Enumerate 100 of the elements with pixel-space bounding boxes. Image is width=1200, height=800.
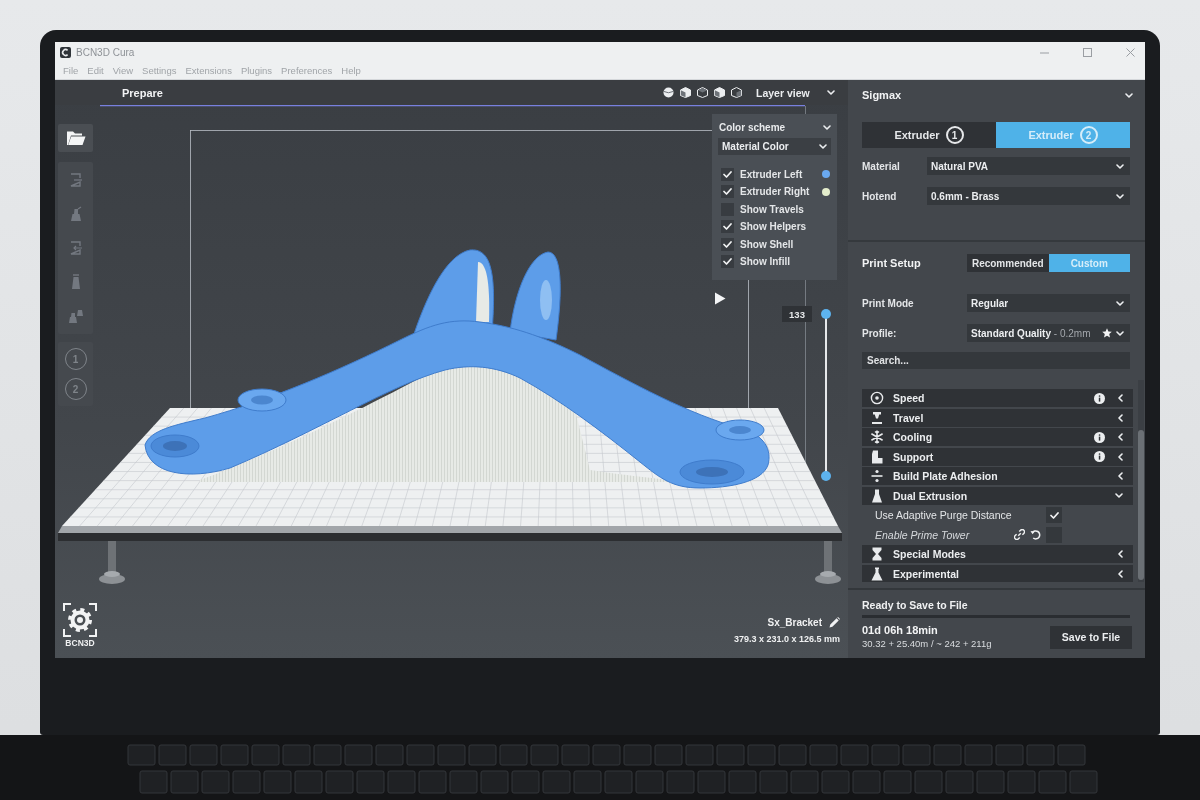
step-icon (870, 449, 884, 464)
chevron-down-icon (827, 90, 835, 95)
extruder-number: 1 (945, 126, 964, 144)
printer-dropdown[interactable]: Sigmax (862, 80, 1138, 110)
search-field[interactable]: Search... (862, 352, 1130, 369)
chevron-down-icon (1116, 193, 1124, 199)
chevron-left-icon (1118, 452, 1123, 461)
slider-handle[interactable] (821, 309, 831, 319)
bottle-icon (870, 488, 884, 503)
setting-category[interactable]: Cooling (862, 428, 1133, 446)
chevron-down-icon (1116, 330, 1124, 336)
slider-track[interactable] (820, 309, 832, 481)
mode-tab[interactable]: Recommended (967, 254, 1049, 272)
stage-tab[interactable]: Prepare (122, 86, 163, 99)
play-icon[interactable] (714, 292, 726, 305)
view-mode-dropdown[interactable]: Layer view (752, 82, 840, 103)
material-usage: 30.32 + 25.40m / ~ 242 + 211g (862, 637, 992, 650)
checkmark-icon (1049, 511, 1059, 519)
color-scheme-dropdown[interactable]: Material Color (718, 138, 831, 155)
sphere-icon[interactable] (663, 87, 674, 98)
leveling-screw (815, 541, 841, 584)
field-label: Material (862, 160, 901, 172)
dropdown-field[interactable]: 0.6mm - Brass (927, 187, 1130, 205)
cube-icon[interactable] (680, 87, 691, 98)
checkbox[interactable] (721, 185, 734, 199)
print-time: 01d 06h 18min (862, 624, 939, 637)
checkbox-label: Show Travels (740, 203, 805, 215)
info-icon[interactable] (1094, 451, 1105, 462)
setting-category[interactable]: Special Modes (862, 545, 1133, 563)
chevron-left-icon (1118, 472, 1123, 480)
checkmark-icon (723, 188, 732, 196)
chevron-left-icon (1118, 569, 1123, 578)
leveling-screw (99, 541, 125, 584)
checkbox-label: Show Helpers (740, 221, 808, 233)
cube-icon[interactable] (714, 87, 725, 98)
checkbox-label: Show Shell (740, 238, 795, 250)
hourglass-icon (870, 547, 884, 561)
setting-category[interactable]: Travel (862, 408, 1133, 427)
reset-icon[interactable] (1030, 529, 1041, 540)
dial-icon (870, 391, 884, 405)
towers-icon (67, 308, 84, 324)
checkbox[interactable] (721, 167, 734, 181)
checkbox-label: Extruder Right (740, 186, 811, 198)
logo-text: BCN3D (65, 638, 95, 648)
section-title: Print Setup (862, 257, 921, 269)
scrollbar[interactable] (1138, 380, 1144, 582)
checkbox[interactable] (721, 237, 734, 251)
link-icon[interactable] (1014, 529, 1025, 540)
pencil-icon[interactable] (829, 617, 840, 628)
flask-icon (870, 566, 884, 581)
chevron-down-icon[interactable] (823, 124, 831, 130)
field-label: Print Mode (862, 297, 915, 309)
cube-icon[interactable] (731, 87, 742, 98)
chevron-down-icon (1116, 163, 1124, 169)
object-dimensions: 379.3 x 231.0 x 126.5 mm (733, 634, 840, 644)
checkbox[interactable] (721, 255, 734, 269)
panel-title: Color scheme (719, 121, 786, 133)
chevron-down-icon (819, 144, 827, 149)
checkbox-label: Show Infill (740, 256, 791, 268)
folder-icon (65, 130, 86, 146)
setting-label: Use Adaptive Purge Distance (875, 509, 1012, 521)
save-button[interactable]: Save to File (1050, 625, 1132, 649)
setting-label: Enable Prime Tower (875, 528, 970, 541)
extruder-number: 2 (1079, 126, 1098, 144)
window-title: BCN3D Cura (76, 46, 135, 58)
setting-category[interactable]: Support (862, 447, 1133, 466)
setting-category[interactable]: Experimental (862, 564, 1133, 582)
chevron-down-icon (1116, 300, 1124, 306)
setting-category[interactable]: Dual Extrusion (862, 486, 1133, 505)
chevron-down-icon (1115, 493, 1123, 498)
chevron-left-icon (1118, 433, 1123, 441)
chevron-down-icon (1125, 92, 1133, 98)
chevron-left-icon (1118, 413, 1123, 422)
open-file-button[interactable] (58, 124, 93, 152)
info-icon[interactable] (1094, 431, 1105, 443)
job-status: Ready to Save to File (862, 599, 969, 612)
chevron-left-icon (1118, 550, 1123, 558)
checkmark-icon (723, 258, 732, 266)
checkbox[interactable] (721, 220, 734, 234)
checkbox-label: Extruder Left (740, 168, 804, 180)
dropdown-field[interactable]: Natural PVA (927, 157, 1130, 175)
cube-icon[interactable] (697, 87, 708, 98)
divide-icon (870, 469, 884, 483)
dropdown-field[interactable]: Regular (967, 294, 1130, 312)
slider-handle[interactable] (821, 471, 831, 481)
layer-field[interactable]: 133 (782, 306, 812, 322)
app-icon (60, 46, 71, 58)
snowflake-icon (870, 430, 884, 444)
dropdown-field[interactable]: Standard Quality - 0.2mm (967, 324, 1130, 342)
extruder-tab[interactable]: Extruder 1 (862, 122, 996, 148)
checkmark-icon (723, 170, 732, 178)
nozzle-icon (870, 410, 884, 425)
star-icon[interactable] (1102, 328, 1112, 338)
setting-category[interactable]: Build Plate Adhesion (862, 467, 1133, 485)
gear-logo-icon (63, 603, 97, 637)
setting-category[interactable]: Speed (862, 389, 1133, 407)
checkbox[interactable] (1046, 507, 1062, 523)
bracket-model[interactable] (144, 249, 770, 489)
info-icon[interactable] (1094, 392, 1105, 404)
object-name: Sx_Bracket (767, 617, 822, 628)
